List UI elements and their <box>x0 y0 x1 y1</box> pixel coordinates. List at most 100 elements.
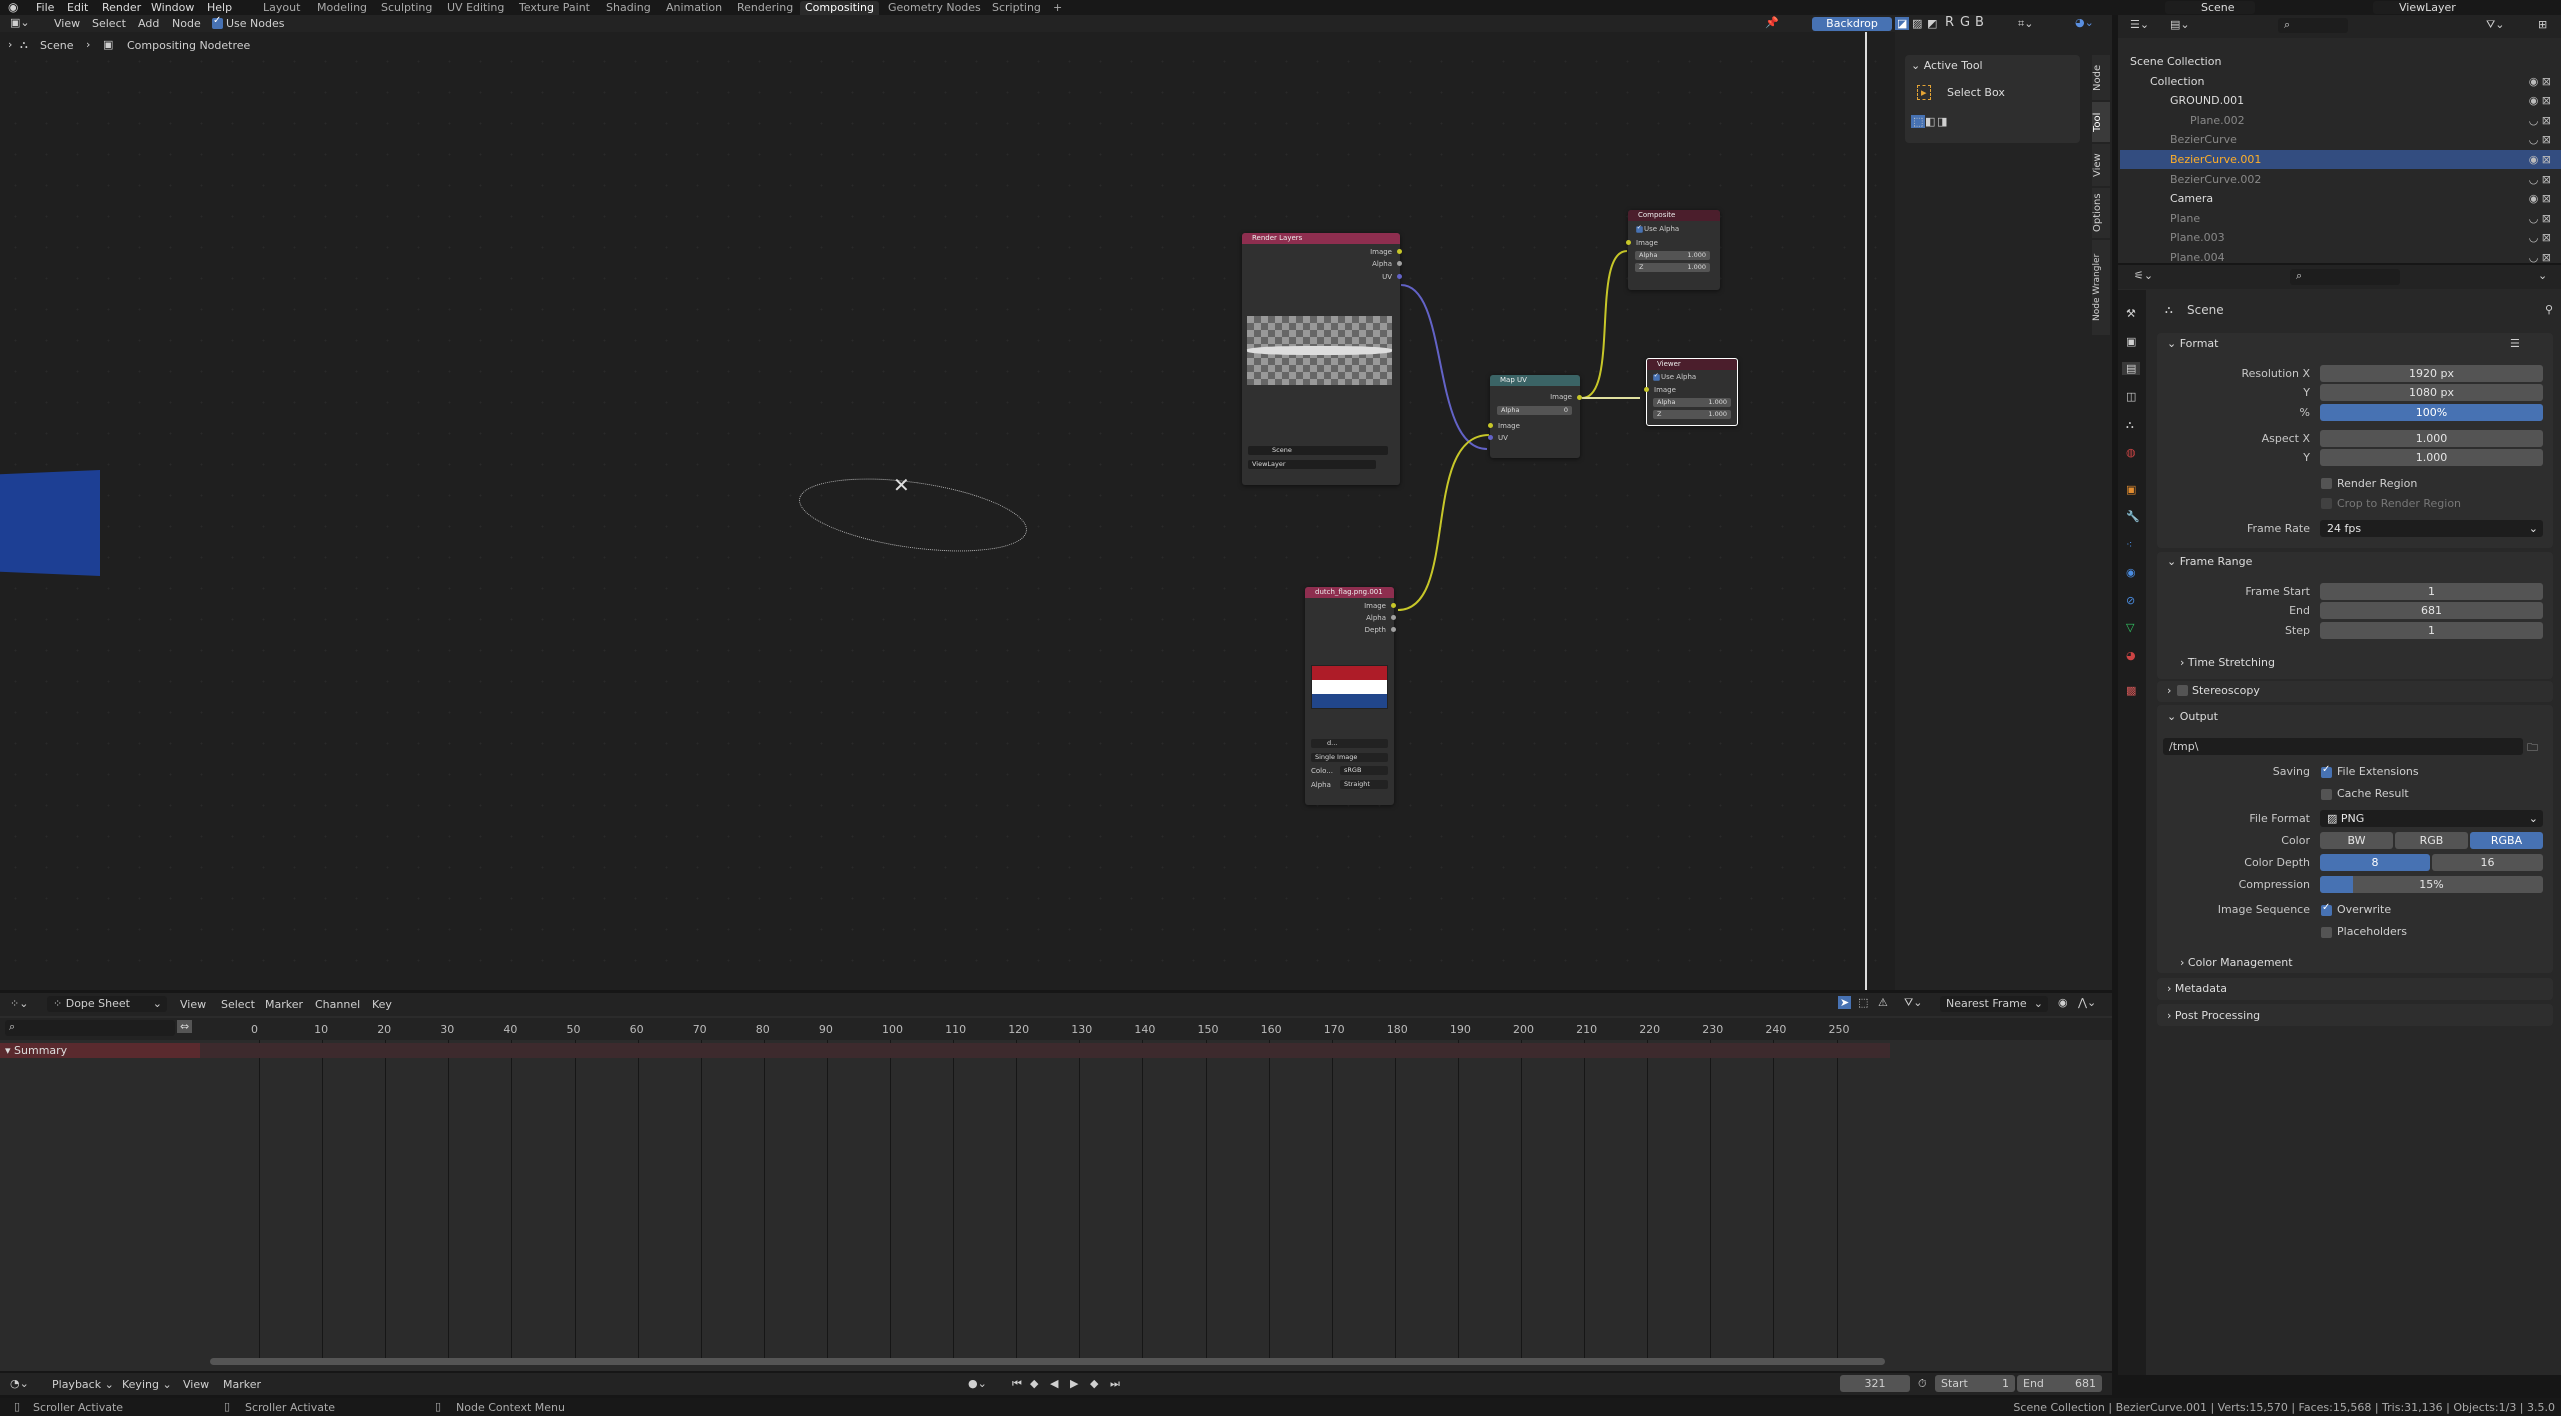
resolution-y-field[interactable]: 1080 px <box>2320 384 2543 401</box>
node-header[interactable]: Map UV <box>1490 375 1580 386</box>
mode-subtract-icon[interactable]: ◨ <box>1937 115 1947 128</box>
snap-dropdown[interactable]: Nearest Frame ⌄ <box>1940 996 2048 1012</box>
outliner-row[interactable]: BezierCurve.001 ◉ ⊠ <box>2120 150 2561 169</box>
outliner-row[interactable]: Plane.002 ◡ ⊠ <box>2120 111 2561 130</box>
outliner-row[interactable]: Camera ◉ ⊠ <box>2120 189 2561 208</box>
aspect-y-field[interactable]: 1.000 <box>2320 449 2543 466</box>
mode-dropdown[interactable]: ⁘ Dope Sheet ⌄ <box>47 996 167 1012</box>
particles-tab-icon[interactable]: ⁖ <box>2126 538 2132 551</box>
menu-marker[interactable]: Marker <box>223 1378 261 1391</box>
crop-region-checkbox[interactable] <box>2321 498 2332 509</box>
menu-key[interactable]: Key <box>372 998 392 1011</box>
filter-icon[interactable]: ⛛⌄ <box>2486 18 2504 32</box>
horizontal-scrollbar[interactable] <box>210 1358 1885 1365</box>
visibility-toggle-icon[interactable]: ◡ ⊠ <box>2529 111 2551 130</box>
channel-search-input[interactable]: ⌕ <box>5 1020 175 1036</box>
socket-image-in[interactable] <box>1488 423 1493 428</box>
image-datablock-field[interactable]: d... <box>1311 739 1388 748</box>
scene-selector[interactable]: Scene <box>2165 1 2255 14</box>
jump-start-icon[interactable]: ⏮ <box>1012 1377 1022 1391</box>
scene-tab-icon[interactable]: ⛬ <box>2126 418 2134 432</box>
source-dropdown[interactable]: Single Image <box>1311 753 1388 762</box>
socket-uv-in[interactable] <box>1488 435 1493 440</box>
render-region-checkbox[interactable] <box>2321 478 2332 489</box>
proportional-edit-icon[interactable]: ◉ <box>2058 996 2068 1009</box>
color-rgba-button[interactable]: RGBA <box>2470 832 2543 849</box>
frame-rate-dropdown[interactable]: 24 fps ⌄ <box>2320 520 2543 537</box>
new-collection-icon[interactable]: ⊞ <box>2538 18 2547 31</box>
sync-visibility-icon[interactable]: ⇔ <box>177 1020 193 1033</box>
z-field[interactable]: Z 1.000 <box>1635 263 1710 272</box>
tab-tool[interactable]: Tool <box>2092 102 2110 142</box>
tab-node-wrangler[interactable]: Node Wrangler <box>2092 240 2110 335</box>
metadata-panel-header[interactable]: › Metadata <box>2167 982 2227 995</box>
properties-search-input[interactable]: ⌕ <box>2290 269 2400 285</box>
play-reverse-icon[interactable]: ◀ <box>1050 1377 1058 1390</box>
auto-keying-icon[interactable]: ●⌄ <box>968 1377 987 1390</box>
depth-16-button[interactable]: 16 <box>2432 854 2543 871</box>
placeholders-checkbox[interactable] <box>2321 927 2332 938</box>
physics-tab-icon[interactable]: ◉ <box>2126 566 2136 579</box>
active-tool-title[interactable]: ⌄ Active Tool <box>1911 59 1983 72</box>
color-rgb-button[interactable]: RGB <box>2395 832 2468 849</box>
alpha-field[interactable]: Alpha 0 <box>1497 406 1572 415</box>
socket-uv[interactable] <box>1397 274 1402 279</box>
alpha-field[interactable]: Alpha 1.000 <box>1653 398 1731 407</box>
editor-type-icon[interactable]: ⁘⌄ <box>10 997 28 1010</box>
frame-start-field[interactable]: 1 <box>2320 583 2543 600</box>
alpha-field[interactable]: Alpha 1.000 <box>1635 251 1710 260</box>
file-extensions-checkbox[interactable] <box>2321 764 2332 778</box>
view-layer-selector[interactable]: ViewLayer <box>2373 1 2456 14</box>
world-tab-icon[interactable]: ◍ <box>2126 446 2136 459</box>
output-tab-icon[interactable]: ▤ <box>2122 362 2141 375</box>
socket-alpha[interactable] <box>1391 615 1396 620</box>
node-header[interactable]: dutch_flag.png.001 <box>1305 587 1394 598</box>
outliner-row[interactable]: Plane.003 ◡ ⊠ <box>2120 228 2561 247</box>
pin-icon[interactable]: ⚲ <box>2545 303 2553 316</box>
resolution-x-field[interactable]: 1920 px <box>2320 365 2543 382</box>
output-panel-header[interactable]: ⌄ Output <box>2167 710 2218 723</box>
play-icon[interactable]: ▶ <box>1070 1377 1078 1390</box>
render-layers-node[interactable]: Render Layers Image Alpha UV Scene ViewL… <box>1242 233 1402 485</box>
visibility-toggle-icon[interactable]: ◉ ⊠ <box>2529 150 2551 169</box>
falloff-icon[interactable]: ⋀⌄ <box>2078 996 2096 1009</box>
playback-menu[interactable]: Playback ⌄ <box>52 1378 114 1391</box>
folder-browse-icon[interactable]: 🗀 <box>2527 739 2538 758</box>
stopwatch-icon[interactable]: ⏱ <box>1918 1377 1927 1391</box>
color-space-dropdown[interactable]: sRGB <box>1340 766 1388 775</box>
alpha-mode-dropdown[interactable]: Straight <box>1340 780 1388 789</box>
show-hidden-icon[interactable]: ⬚ <box>1858 996 1868 1009</box>
start-frame-field[interactable]: Start 1 <box>1935 1375 2015 1392</box>
editor-type-icon[interactable]: ◔⌄ <box>10 1377 29 1390</box>
jump-keyframe-back-icon[interactable]: ◆ <box>1030 1377 1038 1390</box>
select-box-label[interactable]: Select Box <box>1947 86 2005 99</box>
file-format-dropdown[interactable]: ▨ PNG ⌄ <box>2320 810 2543 827</box>
use-alpha-checkbox[interactable] <box>1653 372 1660 381</box>
visibility-toggle-icon[interactable]: ◡ ⊠ <box>2529 228 2551 247</box>
view-layer-field[interactable]: ViewLayer <box>1248 460 1376 469</box>
outliner-row[interactable]: Collection ◉ ⊠ <box>2120 72 2561 91</box>
menu-channel[interactable]: Channel <box>315 998 360 1011</box>
tab-view[interactable]: View <box>2092 144 2110 186</box>
post-processing-panel-header[interactable]: › Post Processing <box>2167 1009 2260 1022</box>
render-tab-icon[interactable]: ▣ <box>2126 335 2136 348</box>
resolution-percent-slider[interactable]: 100% <box>2320 404 2543 421</box>
current-frame-field[interactable]: 321 <box>1840 1375 1910 1392</box>
socket-image-out[interactable] <box>1577 395 1582 400</box>
end-frame-field[interactable]: End 681 <box>2017 1375 2102 1392</box>
node-header[interactable]: Composite <box>1628 210 1720 221</box>
color-management-subpanel[interactable]: › Color Management <box>2180 956 2293 969</box>
view-layer-filter-icon[interactable]: ▤⌄ <box>2170 18 2190 31</box>
frame-end-field[interactable]: 681 <box>2320 602 2543 619</box>
visibility-toggle-icon[interactable]: ◉ ⊠ <box>2529 91 2551 110</box>
socket-image[interactable] <box>1626 240 1631 245</box>
stereoscopy-checkbox[interactable] <box>2177 685 2188 696</box>
only-selected-icon[interactable]: ➤ <box>1838 996 1852 1009</box>
select-box-icon[interactable]: ▸ <box>1917 85 1931 100</box>
socket-alpha[interactable] <box>1397 261 1402 266</box>
map-uv-node[interactable]: Map UV Image Alpha 0 Image UV <box>1488 375 1582 458</box>
scene-field[interactable]: Scene <box>1248 446 1388 455</box>
editor-type-icon[interactable]: ⚟⌄ <box>2134 269 2153 282</box>
tab-options[interactable]: Options <box>2092 188 2110 238</box>
summary-channel[interactable]: ▾ Summary <box>0 1043 200 1058</box>
